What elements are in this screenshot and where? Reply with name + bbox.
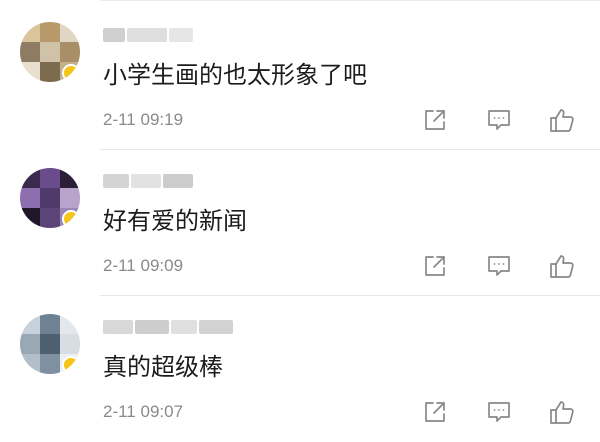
- avatar-pixel: [20, 22, 40, 42]
- like-button[interactable]: [547, 251, 577, 281]
- avatar-pixel: [20, 62, 40, 82]
- verified-badge-icon: [62, 356, 80, 374]
- comment-icon: [488, 110, 510, 130]
- share-icon: [425, 256, 445, 276]
- top-divider: [100, 0, 600, 1]
- comment-time: 2-11 09:07: [103, 402, 184, 421]
- thumbs-up-icon: [550, 109, 574, 132]
- avatar-pixel: [40, 334, 60, 354]
- username-blur: [169, 28, 193, 42]
- verified-badge-icon: [62, 64, 80, 82]
- avatar-pixel: [40, 168, 60, 188]
- avatar-pixel: [60, 334, 80, 354]
- reply-button[interactable]: [484, 105, 514, 135]
- username[interactable]: [103, 172, 195, 190]
- comment-text: 小学生画的也太形象了吧: [103, 61, 367, 89]
- avatar[interactable]: [20, 22, 80, 82]
- comment-text: 好有爱的新闻: [103, 207, 247, 235]
- avatar-pixel: [20, 354, 40, 374]
- comment-time: 2-11 09:19: [103, 110, 184, 129]
- like-button[interactable]: [547, 397, 577, 427]
- share-button[interactable]: [420, 251, 450, 281]
- avatar-pixel: [60, 314, 80, 334]
- username-blur: [103, 320, 133, 334]
- avatar[interactable]: [20, 168, 80, 228]
- username-blur: [171, 320, 197, 334]
- avatar-pixel: [20, 334, 40, 354]
- verified-badge-icon: [62, 210, 80, 228]
- like-button[interactable]: [547, 105, 577, 135]
- username[interactable]: [103, 26, 195, 44]
- avatar-pixel: [60, 188, 80, 208]
- avatar-pixel: [40, 208, 60, 228]
- thumbs-up-icon: [550, 401, 574, 424]
- comment-item: 真的超级棒 2-11 09:07: [0, 296, 600, 442]
- share-icon: [425, 110, 445, 130]
- avatar-pixel: [40, 22, 60, 42]
- comment-text: 真的超级棒: [103, 353, 223, 381]
- username-blur: [163, 174, 193, 188]
- reply-button[interactable]: [484, 251, 514, 281]
- share-icon: [425, 402, 445, 422]
- username-blur: [131, 174, 161, 188]
- thumbs-up-icon: [550, 255, 574, 278]
- avatar-pixel: [20, 314, 40, 334]
- comment-item: 小学生画的也太形象了吧 2-11 09:19: [0, 4, 600, 150]
- avatar-pixel: [60, 42, 80, 62]
- avatar-pixel: [60, 22, 80, 42]
- comment-icon: [488, 402, 510, 422]
- avatar-pixel: [40, 42, 60, 62]
- comment-icon: [488, 256, 510, 276]
- avatar-pixel: [40, 354, 60, 374]
- avatar-pixel: [40, 314, 60, 334]
- avatar-pixel: [20, 188, 40, 208]
- avatar-pixel: [40, 62, 60, 82]
- avatar-pixel: [20, 168, 40, 188]
- comment-item: 好有爱的新闻 2-11 09:09: [0, 150, 600, 296]
- avatar-pixel: [60, 168, 80, 188]
- username-blur: [103, 174, 129, 188]
- avatar-pixel: [40, 188, 60, 208]
- comment-time: 2-11 09:09: [103, 256, 184, 275]
- reply-button[interactable]: [484, 397, 514, 427]
- share-button[interactable]: [420, 397, 450, 427]
- username[interactable]: [103, 318, 235, 336]
- username-blur: [135, 320, 169, 334]
- username-blur: [127, 28, 167, 42]
- username-blur: [103, 28, 125, 42]
- avatar[interactable]: [20, 314, 80, 374]
- avatar-pixel: [20, 42, 40, 62]
- username-blur: [199, 320, 233, 334]
- share-button[interactable]: [420, 105, 450, 135]
- avatar-pixel: [20, 208, 40, 228]
